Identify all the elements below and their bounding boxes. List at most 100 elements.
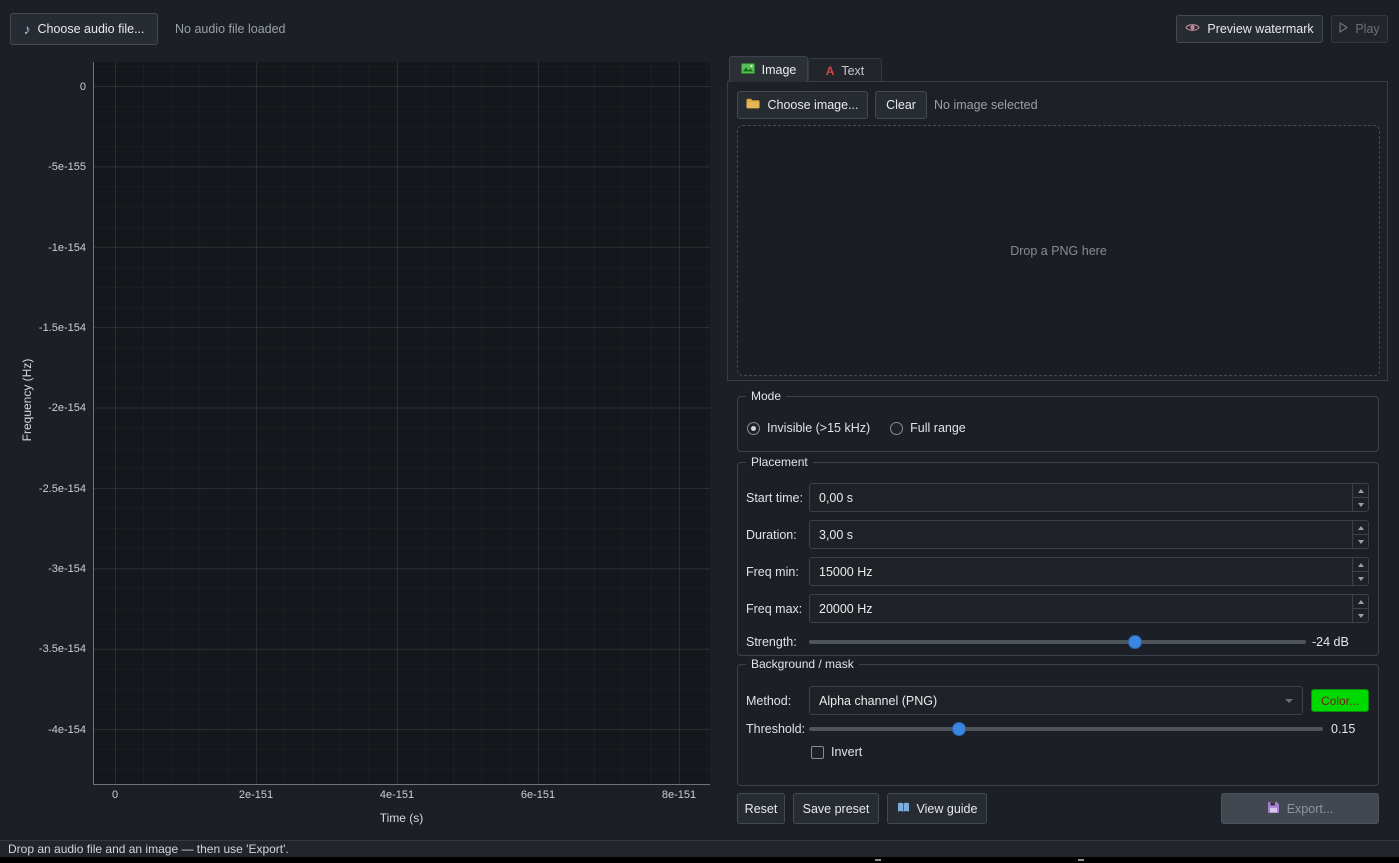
method-row: Method: Alpha channel (PNG) Color...: [738, 686, 1380, 715]
x-axis-tick: 4e-151: [379, 789, 415, 801]
status-bar: Drop an audio file and an image — then u…: [0, 840, 1399, 857]
threshold-value: 0.15: [1331, 721, 1356, 736]
play-icon: [1339, 22, 1348, 36]
start-time-row: Start time: 0,00 s: [738, 483, 1380, 512]
freq-max-spin-buttons: [1352, 595, 1368, 622]
method-label: Method:: [746, 693, 792, 708]
freq-min-label: Freq min:: [746, 564, 799, 579]
freq-min-input[interactable]: 15000 Hz: [809, 557, 1369, 586]
start-time-input[interactable]: 0,00 s: [809, 483, 1369, 512]
freq-min-spin-buttons: [1352, 558, 1368, 585]
taskbar-strip: [0, 857, 1399, 863]
method-combobox[interactable]: Alpha channel (PNG): [809, 686, 1303, 715]
taskbar-artifact: [875, 859, 881, 861]
folder-icon: [746, 98, 760, 112]
preview-watermark-label: Preview watermark: [1207, 22, 1314, 36]
method-value: Alpha channel (PNG): [819, 693, 938, 708]
mode-group-title: Mode: [746, 389, 787, 403]
invert-option[interactable]: Invert: [811, 745, 862, 759]
freq-max-row: Freq max: 20000 Hz: [738, 594, 1380, 623]
top-toolbar: ♪ Choose audio file... No audio file loa…: [0, 0, 1399, 56]
choose-audio-button[interactable]: ♪ Choose audio file...: [10, 13, 158, 45]
spectrogram-canvas[interactable]: [93, 62, 710, 785]
freq-max-value: 20000 Hz: [819, 601, 873, 616]
spin-down-arrow[interactable]: [1353, 535, 1368, 548]
choose-audio-label: Choose audio file...: [37, 22, 145, 36]
spin-up-arrow[interactable]: [1353, 595, 1368, 609]
color-picker-button[interactable]: Color...: [1311, 689, 1369, 712]
save-export-icon: [1267, 801, 1280, 817]
duration-row: Duration: 3,00 s: [738, 520, 1380, 549]
tab-image-label: Image: [761, 62, 797, 77]
mask-group-title: Background / mask: [746, 657, 859, 671]
spectrogram-panel: 0 -5e-155 -1e-154 -1.5e-154 -2e-154 -2.5…: [0, 56, 725, 840]
placement-group: Placement Start time: 0,00 s Duration: 3…: [737, 455, 1380, 656]
export-button[interactable]: Export...: [1221, 793, 1379, 824]
y-axis-tick: -1e-154: [48, 242, 86, 254]
x-axis-label: Time (s): [379, 811, 424, 825]
play-label: Play: [1355, 22, 1380, 36]
threshold-slider-handle[interactable]: [952, 721, 967, 736]
duration-input[interactable]: 3,00 s: [809, 520, 1369, 549]
y-axis-tick: -5e-155: [48, 161, 86, 173]
save-preset-button[interactable]: Save preset: [793, 793, 879, 824]
choose-image-label: Choose image...: [767, 98, 859, 112]
duration-label: Duration:: [746, 527, 797, 542]
threshold-slider[interactable]: [809, 714, 1323, 743]
reset-button[interactable]: Reset: [737, 793, 785, 824]
start-time-label: Start time:: [746, 490, 803, 505]
strength-value: -24 dB: [1312, 634, 1349, 649]
start-time-value: 0,00 s: [819, 490, 854, 505]
freq-min-value: 15000 Hz: [819, 564, 873, 579]
y-axis-tick: -3e-154: [48, 563, 86, 575]
strength-slider-handle[interactable]: [1128, 634, 1143, 649]
audio-status-text: No audio file loaded: [175, 22, 286, 36]
image-status-text: No image selected: [934, 98, 1038, 112]
strength-slider[interactable]: [809, 627, 1306, 656]
background-mask-group: Background / mask Method: Alpha channel …: [737, 657, 1380, 786]
spin-up-arrow[interactable]: [1353, 484, 1368, 498]
tab-text-label: Text: [841, 63, 865, 78]
start-time-spin-buttons: [1352, 484, 1368, 511]
dropzone-hint: Drop a PNG here: [1010, 243, 1107, 258]
image-icon: [740, 62, 755, 77]
tab-text[interactable]: A Text: [808, 58, 882, 82]
radio-invisible[interactable]: Invisible (>15 kHz): [747, 421, 870, 435]
image-dropzone[interactable]: Drop a PNG here: [737, 125, 1380, 376]
choose-image-button[interactable]: Choose image...: [737, 91, 868, 119]
y-axis-tick: -2.5e-154: [38, 483, 86, 495]
freq-min-row: Freq min: 15000 Hz: [738, 557, 1380, 586]
threshold-row: Threshold: 0.15: [738, 714, 1380, 743]
radio-selected-icon[interactable]: [747, 421, 760, 435]
text-letter-icon: A: [825, 63, 835, 78]
reset-label: Reset: [744, 801, 778, 816]
watermark-settings-panel: Image A Text Choose image... Clear No im…: [727, 56, 1390, 840]
image-tab-pane: Choose image... Clear No image selected …: [727, 81, 1388, 381]
view-guide-button[interactable]: View guide: [887, 793, 987, 824]
preview-watermark-button[interactable]: Preview watermark: [1176, 15, 1323, 43]
y-axis-tick: -3.5e-154: [38, 643, 86, 655]
spin-down-arrow[interactable]: [1353, 572, 1368, 585]
status-message: Drop an audio file and an image — then u…: [8, 842, 289, 856]
spin-up-arrow[interactable]: [1353, 521, 1368, 535]
save-preset-label: Save preset: [802, 801, 870, 816]
radio-unselected-icon[interactable]: [890, 421, 904, 435]
spin-down-arrow[interactable]: [1353, 609, 1368, 622]
duration-value: 3,00 s: [819, 527, 854, 542]
invert-label: Invert: [831, 745, 863, 759]
play-button[interactable]: Play: [1331, 15, 1388, 43]
export-label: Export...: [1286, 801, 1334, 816]
spin-down-arrow[interactable]: [1353, 498, 1368, 511]
x-axis-tick: 8e-151: [661, 789, 697, 801]
taskbar-artifact: [1078, 859, 1084, 861]
x-axis-tick: 0: [111, 789, 119, 801]
freq-max-input[interactable]: 20000 Hz: [809, 594, 1369, 623]
eye-icon: [1185, 22, 1201, 36]
radio-full-range[interactable]: Full range: [890, 421, 966, 435]
checkbox-unchecked-icon[interactable]: [811, 745, 824, 759]
spin-up-arrow[interactable]: [1353, 558, 1368, 572]
tab-image[interactable]: Image: [729, 56, 808, 82]
x-axis-tick: 2e-151: [238, 789, 274, 801]
x-axis-tick: 6e-151: [520, 789, 556, 801]
clear-image-button[interactable]: Clear: [875, 91, 927, 119]
